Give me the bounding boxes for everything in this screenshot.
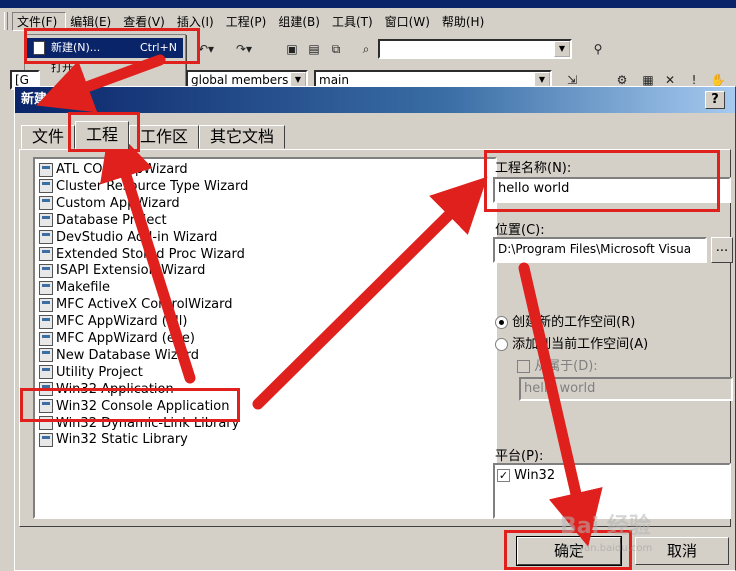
menu-insert[interactable]: 插入(I) bbox=[173, 13, 222, 30]
project-type-icon bbox=[39, 162, 53, 177]
list-item[interactable]: MFC AppWizard (dll) bbox=[39, 313, 187, 330]
list-item[interactable]: Extended Stored Proc Wizard bbox=[39, 246, 245, 263]
list-item[interactable]: ATL COM AppWizard bbox=[39, 161, 188, 178]
dependency-label: 从属于(D): bbox=[534, 359, 598, 374]
members-combo-value: global members bbox=[191, 73, 289, 87]
dialog-title: 新建 bbox=[15, 87, 735, 113]
dependency-checkbox: 从属于(D): bbox=[517, 355, 598, 374]
radio-add-indicator[interactable] bbox=[495, 338, 508, 351]
list-item-label: Win32 Static Library bbox=[56, 432, 188, 448]
list-item-label: MFC ActiveX ControlWizard bbox=[56, 297, 233, 313]
radio-create-label: 创建新的工作空间(R) bbox=[512, 315, 636, 330]
ide-left-strip bbox=[0, 92, 14, 571]
location-input[interactable]: D:\Program Files\Microsoft Visua bbox=[493, 237, 707, 263]
project-type-icon bbox=[39, 230, 53, 245]
list-item-label: Database Project bbox=[56, 212, 167, 228]
platform-label: 平台(P): bbox=[495, 449, 544, 464]
redo-icon[interactable]: ↷▾ bbox=[234, 39, 254, 59]
list-item-label: DevStudio Add-in Wizard bbox=[56, 229, 218, 245]
chevron-down-icon[interactable]: ▼ bbox=[554, 41, 570, 57]
list-item[interactable]: Custom AppWizard bbox=[39, 195, 180, 212]
list-item-label: MFC AppWizard (exe) bbox=[56, 331, 195, 346]
list-item-label: ISAPI Extension Wizard bbox=[56, 263, 206, 279]
menu-view[interactable]: 查看(V) bbox=[119, 13, 173, 30]
binoculars-icon[interactable]: ⚲ bbox=[588, 39, 608, 59]
list-item[interactable]: Utility Project bbox=[39, 364, 143, 381]
menu-build[interactable]: 组建(B) bbox=[274, 13, 328, 30]
find-in-files-icon[interactable]: ⌕ bbox=[356, 39, 376, 59]
list-item[interactable]: Cluster Resource Type Wizard bbox=[39, 178, 248, 195]
list-item-label: Makefile bbox=[56, 280, 111, 296]
project-type-icon bbox=[39, 280, 53, 295]
function-combo-value: main bbox=[319, 73, 349, 87]
list-item[interactable]: MFC AppWizard (exe) bbox=[39, 330, 195, 347]
list-item[interactable]: Win32 Static Library bbox=[39, 431, 188, 448]
tab-projects[interactable]: 工程 bbox=[75, 121, 130, 149]
list-item[interactable]: MFC ActiveX ControlWizard bbox=[39, 296, 232, 313]
project-type-icon bbox=[39, 179, 53, 194]
project-type-icon bbox=[39, 196, 53, 211]
project-type-icon bbox=[39, 348, 53, 363]
project-type-icon bbox=[39, 213, 53, 228]
project-type-icon bbox=[39, 263, 53, 278]
project-type-icon bbox=[39, 365, 53, 380]
menubar-grip bbox=[4, 12, 8, 30]
menu-tools[interactable]: 工具(T) bbox=[328, 13, 381, 30]
highlight-project-name bbox=[484, 150, 720, 212]
list-item[interactable]: Makefile bbox=[39, 279, 110, 296]
dependency-combo: hello world bbox=[519, 377, 733, 401]
dependency-combo-value: hello world bbox=[524, 381, 596, 396]
project-type-icon bbox=[39, 297, 53, 312]
ide-title-bar bbox=[0, 0, 736, 8]
menu-help[interactable]: 帮助(H) bbox=[438, 13, 492, 30]
list-item-label: Utility Project bbox=[56, 364, 143, 380]
tab-other-documents[interactable]: 其它文档 bbox=[199, 125, 286, 149]
list-item[interactable]: New Database Wizard bbox=[39, 347, 199, 364]
project-type-icon bbox=[39, 247, 53, 261]
platform-checkbox[interactable]: ✓ bbox=[497, 469, 510, 482]
browse-button[interactable]: ... bbox=[711, 237, 733, 263]
help-button[interactable]: ? bbox=[705, 91, 725, 109]
radio-add-workspace[interactable]: 添加到当前工作空间(A) bbox=[495, 333, 648, 352]
menu-project[interactable]: 工程(P) bbox=[222, 13, 275, 30]
dialog-tabs: 文件 工程 工作区 其它文档 bbox=[21, 121, 286, 149]
project-type-list[interactable]: ATL COM AppWizard Cluster Resource Type W… bbox=[33, 157, 497, 519]
list-item-label: Extended Stored Proc Wizard bbox=[56, 246, 245, 262]
list-item-label: Custom AppWizard bbox=[56, 195, 180, 211]
list-item[interactable]: ISAPI Extension Wizard bbox=[39, 262, 205, 279]
radio-create-indicator[interactable] bbox=[495, 316, 508, 329]
project-type-icon bbox=[39, 314, 53, 329]
list-item-label: MFC AppWizard (dll) bbox=[56, 314, 188, 330]
list-item[interactable]: Database Project bbox=[39, 212, 167, 229]
watermark-brand: Bai 经验 bbox=[560, 514, 651, 539]
radio-create-workspace[interactable]: 创建新的工作空间(R) bbox=[495, 311, 635, 330]
platform-item-win32[interactable]: ✓ Win32 bbox=[495, 465, 729, 486]
menu-edit[interactable]: 编辑(E) bbox=[66, 13, 119, 30]
list-item[interactable]: DevStudio Add-in Wizard bbox=[39, 229, 217, 246]
list-item-label: Cluster Resource Type Wizard bbox=[56, 178, 249, 194]
menu-window[interactable]: 窗口(W) bbox=[381, 13, 438, 30]
find-combo[interactable]: ▼ bbox=[378, 39, 572, 59]
workspace-icon[interactable]: ▣ bbox=[282, 39, 302, 59]
highlight-console-app bbox=[20, 388, 240, 422]
windows-icon[interactable]: ⧉ bbox=[326, 39, 346, 59]
watermark-url: jingyan.baidu.com bbox=[560, 543, 653, 554]
watermark: Bai 经验 jingyan.baidu.com bbox=[560, 508, 652, 555]
list-item-label: ATL COM AppWizard bbox=[56, 162, 188, 177]
output-icon[interactable]: ▤ bbox=[304, 39, 324, 59]
platform-item-label: Win32 bbox=[514, 468, 556, 483]
list-item-label: New Database Wizard bbox=[56, 347, 199, 363]
dependency-checkbox-box bbox=[517, 360, 530, 373]
location-label: 位置(C): bbox=[495, 223, 545, 238]
highlight-new-menu bbox=[24, 28, 200, 64]
project-type-icon bbox=[39, 331, 53, 346]
tab-files[interactable]: 文件 bbox=[21, 125, 76, 149]
project-type-icon bbox=[39, 432, 53, 447]
radio-add-label: 添加到当前工作空间(A) bbox=[512, 337, 649, 352]
